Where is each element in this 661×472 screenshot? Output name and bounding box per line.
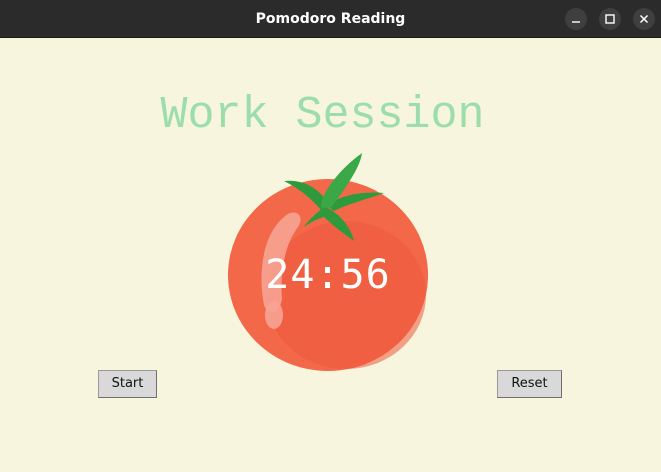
timer-display: 24:56	[265, 252, 391, 298]
main-content: Work Session 24:56 Start Reset	[0, 38, 661, 472]
maximize-icon	[605, 14, 615, 24]
minimize-icon	[572, 21, 580, 23]
app-window: Pomodoro Reading Work Session 24:56 Star…	[0, 0, 661, 472]
close-icon	[639, 14, 649, 24]
title-bar[interactable]: Pomodoro Reading	[0, 0, 661, 38]
session-title: Work Session	[160, 90, 485, 141]
reset-button[interactable]: Reset	[497, 370, 562, 398]
start-button[interactable]: Start	[98, 370, 157, 398]
maximize-button[interactable]	[599, 8, 621, 30]
close-button[interactable]	[633, 8, 655, 30]
window-title: Pomodoro Reading	[255, 11, 406, 27]
minimize-button[interactable]	[565, 8, 587, 30]
